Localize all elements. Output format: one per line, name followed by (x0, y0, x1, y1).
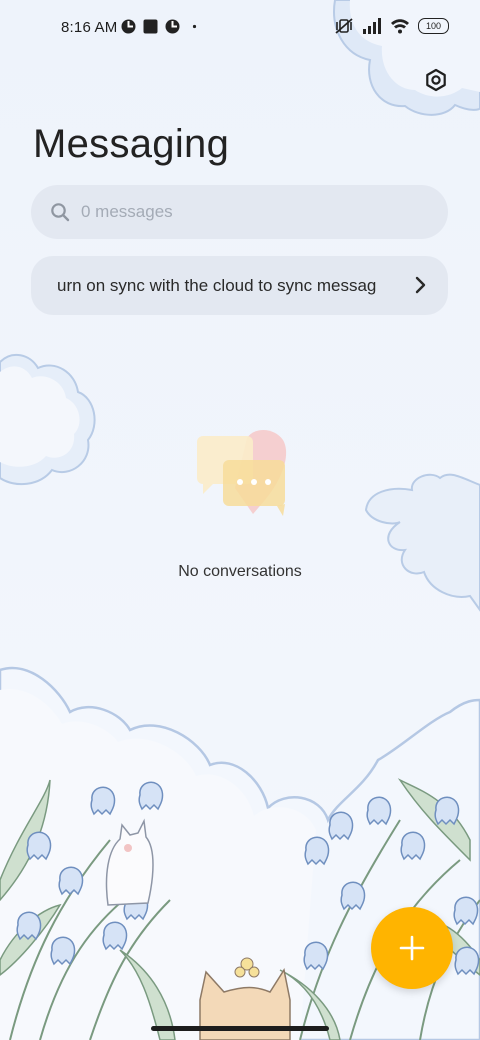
signal-icon (363, 18, 381, 34)
sync-banner-text: urn on sync with the cloud to sync messa… (57, 276, 377, 295)
battery-icon: 100 (418, 18, 449, 34)
status-system-icons: 100 (334, 17, 449, 35)
empty-state-text: No conversations (178, 563, 302, 580)
chevron-right-icon (415, 276, 426, 294)
muted-vibrate-icon (335, 18, 353, 34)
settings-icon (426, 68, 446, 92)
cloud-sync-banner[interactable]: urn on sync with the cloud to sync messa… (31, 256, 448, 315)
plus-icon (399, 935, 425, 961)
home-indicator[interactable] (151, 1026, 329, 1031)
dot-icon (192, 24, 197, 29)
status-notification-icons (121, 19, 202, 34)
square-notification-icon (143, 19, 158, 34)
empty-conversations-illustration (197, 429, 287, 516)
status-time: 8:16 AM (61, 19, 118, 36)
sync-banner-text-container: urn on sync with the cloud to sync messa… (31, 256, 392, 315)
new-conversation-button[interactable] (371, 907, 453, 989)
search-bar[interactable] (31, 185, 448, 239)
app-notification-icon (121, 19, 136, 34)
search-icon (51, 203, 70, 222)
status-bar: 8:16 AM 100 (0, 0, 480, 56)
settings-button[interactable] (421, 65, 451, 95)
search-input[interactable] (81, 185, 421, 239)
page-title: Messaging (33, 122, 230, 166)
app-notification-icon (165, 19, 180, 34)
wifi-icon (391, 19, 409, 34)
